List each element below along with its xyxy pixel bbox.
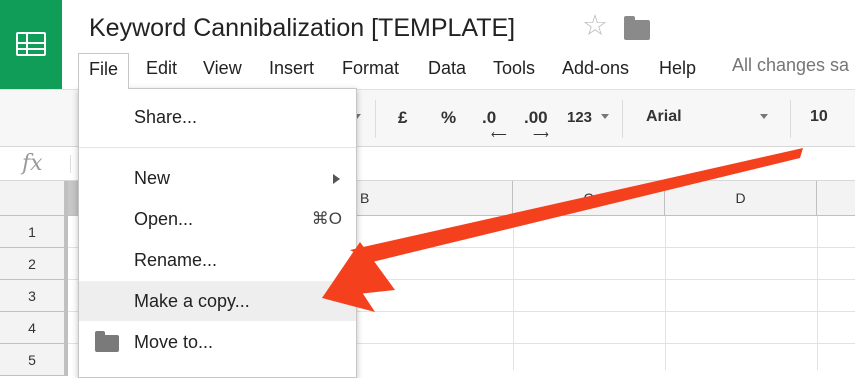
select-all-corner[interactable]: [0, 181, 68, 215]
menu-addons[interactable]: Add-ons: [562, 53, 629, 83]
chevron-down-icon[interactable]: [601, 114, 609, 119]
menu-item-share[interactable]: Share...: [79, 97, 356, 137]
menu-insert[interactable]: Insert: [269, 53, 314, 83]
submenu-arrow-icon: [333, 174, 340, 184]
grid-line: [665, 216, 666, 370]
toolbar-divider: [622, 100, 623, 138]
folder-icon[interactable]: [624, 16, 650, 40]
menu-item-rename[interactable]: Rename...: [79, 240, 356, 280]
document-title[interactable]: Keyword Cannibalization [TEMPLATE]: [89, 14, 515, 43]
toolbar-divider: [375, 100, 376, 138]
menu-tools[interactable]: Tools: [493, 53, 535, 83]
arrow-left-icon: ⟵: [491, 129, 507, 141]
chevron-down-icon[interactable]: [760, 114, 768, 119]
menu-item-label: Make a copy...: [134, 291, 250, 311]
keyboard-shortcut: ⌘O: [311, 209, 342, 228]
folder-icon: [95, 331, 119, 352]
menu-item-label: Share...: [134, 107, 198, 127]
menu-item-label: Open...: [134, 209, 194, 229]
column-header-d[interactable]: D: [665, 181, 817, 215]
formula-divider: [70, 155, 71, 173]
arrow-right-icon: ⟶: [533, 129, 549, 141]
menu-file[interactable]: File: [78, 53, 130, 89]
row-header-4[interactable]: 4: [0, 312, 68, 344]
font-size-select[interactable]: 10: [810, 108, 828, 126]
font-family-select[interactable]: Arial: [646, 108, 682, 126]
menu-item-label: New: [134, 168, 171, 188]
menu-item-move-to[interactable]: Move to...: [79, 322, 356, 362]
fx-icon: fx: [22, 151, 43, 176]
percent-format-button[interactable]: %: [441, 108, 456, 128]
currency-format-button[interactable]: £: [398, 108, 407, 128]
row-header-5[interactable]: 5: [0, 344, 68, 376]
menu-item-label: Move to...: [134, 332, 214, 352]
sheets-logo-icon[interactable]: [0, 0, 62, 90]
menu-format[interactable]: Format: [342, 53, 399, 83]
row-header-2[interactable]: 2: [0, 248, 68, 280]
row-header-3[interactable]: 3: [0, 280, 68, 312]
menu-item-open[interactable]: Open... ⌘O: [79, 199, 356, 239]
menu-divider: [79, 147, 356, 148]
menu-item-label: Rename...: [134, 250, 218, 270]
grid-line: [513, 216, 514, 370]
grid-line: [817, 216, 818, 370]
file-menu-dropdown: Share... New Open... ⌘O Rename... Make a…: [78, 88, 357, 378]
menu-item-make-a-copy[interactable]: Make a copy...: [79, 281, 356, 321]
row-header-1[interactable]: 1: [0, 216, 68, 248]
save-status[interactable]: All changes sa: [732, 55, 849, 76]
decrease-decimal-button[interactable]: .0: [482, 108, 496, 128]
star-icon[interactable]: ☆: [582, 12, 608, 41]
menu-data[interactable]: Data: [428, 53, 466, 83]
menu-help[interactable]: Help: [659, 53, 696, 83]
column-header-c[interactable]: C: [513, 181, 665, 215]
more-formats-button[interactable]: 123: [567, 109, 592, 126]
menu-edit[interactable]: Edit: [146, 53, 177, 83]
toolbar-divider: [790, 100, 791, 138]
menu-item-new[interactable]: New: [79, 158, 356, 198]
increase-decimal-button[interactable]: .00: [524, 108, 548, 128]
menu-view[interactable]: View: [203, 53, 242, 83]
